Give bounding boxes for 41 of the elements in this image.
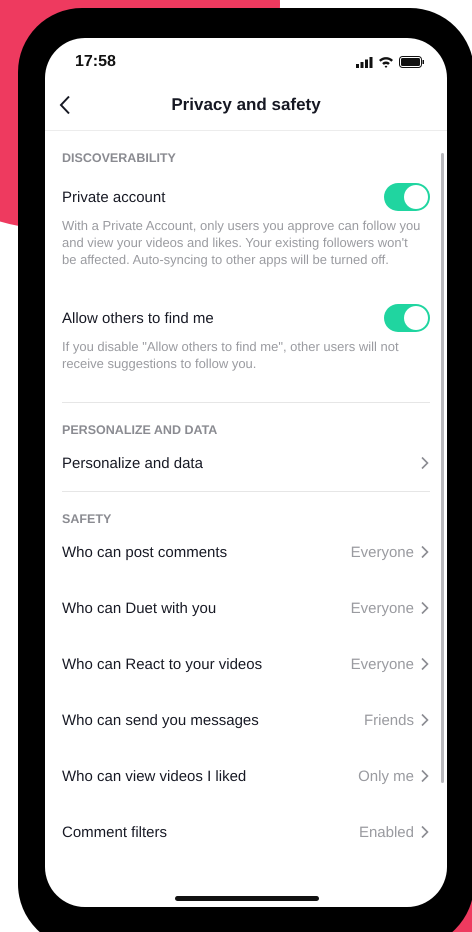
toggle-switch[interactable] [384,304,430,332]
setting-value: Everyone [350,600,414,616]
setting-value: Only me [358,768,414,784]
section-heading: PERSONALIZE AND DATA [62,422,218,439]
setting-description: With a Private Account, only users you approve can follow you and view your videos and likes. Your existing followers won't be affected. Auto-syncing to other apps will be turned off. [62,217,422,268]
chevron-button[interactable] [420,713,430,727]
setting-value: Friends [364,712,414,728]
menu-item[interactable]: Who can send you messages [62,712,364,728]
chevron-right-icon [420,456,430,470]
chevron-right-icon [420,545,430,559]
chevron-button[interactable] [420,545,430,559]
menu-item[interactable]: Who can post comments [62,544,351,560]
chevron-button[interactable] [420,456,430,470]
chevron-button[interactable] [420,601,430,615]
chevron-button[interactable] [420,657,430,671]
signal-icon [356,56,373,68]
setting-value: Everyone [350,656,414,672]
chevron-button[interactable] [420,825,430,839]
status-time: 17:58 [75,53,116,71]
menu-item[interactable]: Personalize and data [62,454,420,472]
menu-item[interactable]: Who can React to your videos [62,656,351,672]
wifi-icon [378,56,394,68]
menu-item[interactable]: Who can view videos I liked [62,768,358,784]
section-heading: SAFETY [62,511,112,528]
chevron-right-icon [420,713,430,727]
page-title: Privacy and safety [171,95,321,115]
chevron-right-icon [420,657,430,671]
menu-item[interactable]: Comment filters [62,824,359,840]
chevron-right-icon [420,825,430,839]
battery-icon [399,56,425,68]
chevron-button[interactable] [420,769,430,783]
setting-description: If you disable "Allow others to find me", other users will not receive suggestions to follow you. [62,338,400,372]
chevron-right-icon [420,769,430,783]
chevron-right-icon [420,601,430,615]
setting-label: Private account [62,188,166,206]
setting-label: Allow others to find me [62,310,214,326]
section-heading: DISCOVERABILITY [62,150,177,167]
setting-value: Enabled [358,824,414,840]
toggle-switch[interactable] [384,183,430,211]
setting-value: Everyone [350,544,414,560]
menu-item[interactable]: Who can Duet with you [62,600,351,616]
